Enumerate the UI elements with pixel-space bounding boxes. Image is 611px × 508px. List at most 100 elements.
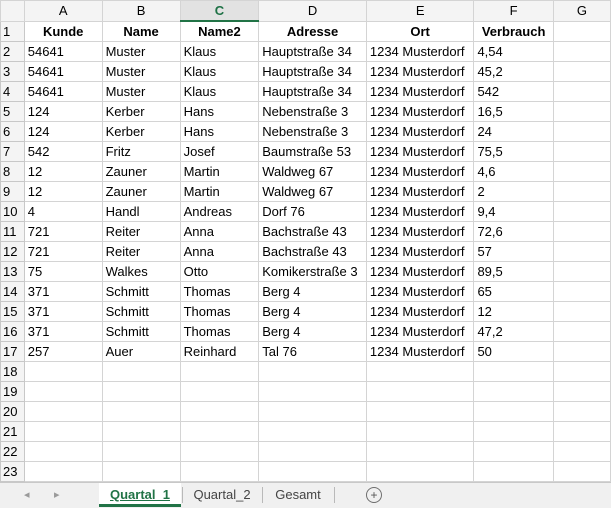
cell[interactable]: Martin [179, 161, 260, 182]
cell[interactable] [258, 361, 367, 382]
cell[interactable]: 371 [23, 301, 103, 322]
cell[interactable] [473, 421, 554, 442]
tab-quartal-2[interactable]: Quartal_2 [184, 483, 260, 506]
cell[interactable] [23, 421, 103, 442]
row-header[interactable]: 14 [0, 281, 25, 302]
column-header-a[interactable]: A [23, 0, 103, 22]
cell[interactable] [552, 381, 611, 402]
cell[interactable]: 45,2 [473, 61, 554, 82]
column-header-e[interactable]: E [365, 0, 475, 22]
cell[interactable] [552, 61, 611, 82]
row-header[interactable]: 6 [0, 121, 25, 142]
cell[interactable] [101, 401, 181, 422]
row-header[interactable]: 19 [0, 381, 25, 402]
row-header[interactable]: 10 [0, 201, 25, 222]
cell[interactable] [23, 461, 103, 482]
cell[interactable] [258, 441, 367, 462]
cell[interactable] [23, 441, 103, 462]
cell[interactable] [179, 441, 260, 462]
cell[interactable]: Klaus [179, 41, 260, 62]
cell[interactable]: Auer [101, 341, 181, 362]
cell[interactable]: Schmitt [101, 301, 181, 322]
cell[interactable]: 721 [23, 221, 103, 242]
cell[interactable]: 1234 Musterdorf [365, 161, 475, 182]
row-header[interactable]: 3 [0, 61, 25, 82]
cell[interactable] [365, 441, 475, 462]
cell[interactable]: 9,4 [473, 201, 554, 222]
cell[interactable] [473, 441, 554, 462]
cell[interactable]: 1234 Musterdorf [365, 241, 475, 262]
header-cell[interactable]: Ort [365, 20, 475, 42]
cell[interactable]: 257 [23, 341, 103, 362]
cell[interactable]: Reinhard [179, 341, 260, 362]
cell[interactable]: Waldweg 67 [258, 181, 367, 202]
header-cell[interactable] [552, 20, 611, 42]
cell[interactable]: Nebenstraße 3 [258, 101, 367, 122]
cell[interactable]: 54641 [23, 81, 103, 102]
column-header-d[interactable]: D [258, 0, 367, 22]
cell[interactable] [552, 141, 611, 162]
cell[interactable]: 1234 Musterdorf [365, 301, 475, 322]
cell[interactable]: 1234 Musterdorf [365, 261, 475, 282]
cell[interactable]: 124 [23, 121, 103, 142]
cell[interactable]: 4 [23, 201, 103, 222]
cell[interactable] [179, 421, 260, 442]
cell[interactable]: Bachstraße 43 [258, 221, 367, 242]
cell[interactable]: Dorf 76 [258, 201, 367, 222]
header-cell[interactable]: Kunde [23, 20, 103, 42]
cell[interactable]: 12 [23, 181, 103, 202]
cell[interactable]: 1234 Musterdorf [365, 101, 475, 122]
cell[interactable]: Muster [101, 41, 181, 62]
row-header[interactable]: 23 [0, 461, 25, 482]
cell[interactable] [552, 181, 611, 202]
row-header[interactable]: 12 [0, 241, 25, 262]
cell[interactable] [552, 341, 611, 362]
cell[interactable] [552, 321, 611, 342]
cell[interactable]: 16,5 [473, 101, 554, 122]
row-header[interactable]: 18 [0, 361, 25, 382]
cell[interactable] [552, 81, 611, 102]
cell[interactable]: Berg 4 [258, 301, 367, 322]
row-header[interactable]: 2 [0, 41, 25, 62]
row-header[interactable]: 21 [0, 421, 25, 442]
cell[interactable]: Berg 4 [258, 321, 367, 342]
cell[interactable]: 1234 Musterdorf [365, 281, 475, 302]
cell[interactable]: Fritz [101, 141, 181, 162]
row-header[interactable]: 1 [0, 20, 25, 42]
column-header-c[interactable]: C [179, 0, 260, 22]
cell[interactable] [258, 421, 367, 442]
cell[interactable]: 75 [23, 261, 103, 282]
cell[interactable]: Waldweg 67 [258, 161, 367, 182]
cell[interactable] [552, 401, 611, 422]
cell[interactable]: 89,5 [473, 261, 554, 282]
row-header[interactable]: 15 [0, 301, 25, 322]
cell[interactable]: 1234 Musterdorf [365, 141, 475, 162]
cell[interactable]: Kerber [101, 121, 181, 142]
prev-sheet-icon[interactable]: ◂ [24, 488, 30, 501]
row-header[interactable]: 11 [0, 221, 25, 242]
cell[interactable] [552, 161, 611, 182]
cell[interactable] [473, 461, 554, 482]
cell[interactable] [552, 301, 611, 322]
row-header[interactable]: 22 [0, 441, 25, 462]
cell[interactable]: Otto [179, 261, 260, 282]
cell[interactable] [101, 421, 181, 442]
cell[interactable]: Handl [101, 201, 181, 222]
cell[interactable]: Hauptstraße 34 [258, 81, 367, 102]
cell[interactable]: 50 [473, 341, 554, 362]
cell[interactable]: Anna [179, 221, 260, 242]
cell[interactable]: Klaus [179, 81, 260, 102]
header-cell[interactable]: Verbrauch [473, 20, 554, 42]
cell[interactable]: 4,6 [473, 161, 554, 182]
cell[interactable]: 1234 Musterdorf [365, 181, 475, 202]
row-header[interactable]: 20 [0, 401, 25, 422]
next-sheet-icon[interactable]: ▸ [54, 488, 60, 501]
cell[interactable]: 12 [23, 161, 103, 182]
row-header[interactable]: 7 [0, 141, 25, 162]
cell[interactable]: 371 [23, 281, 103, 302]
cell[interactable]: 1234 Musterdorf [365, 81, 475, 102]
cell[interactable]: Zauner [101, 181, 181, 202]
cell[interactable] [552, 421, 611, 442]
cell[interactable] [552, 441, 611, 462]
cell[interactable]: Hans [179, 101, 260, 122]
